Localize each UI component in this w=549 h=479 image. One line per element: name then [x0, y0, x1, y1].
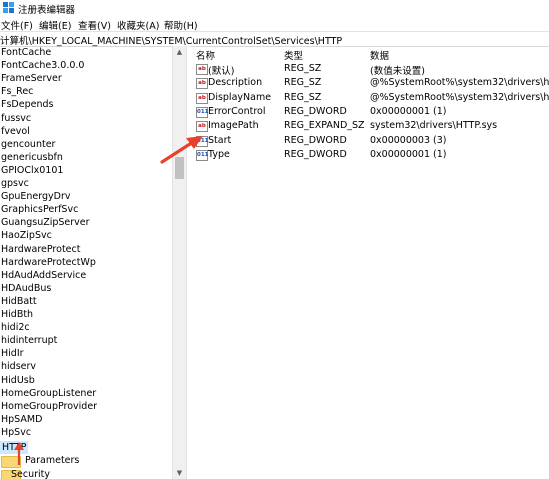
- tree-item[interactable]: genericusbfn: [1, 151, 63, 164]
- tree-item[interactable]: hidserv: [1, 360, 36, 373]
- value-row[interactable]: 011 ErrorControl REG_DWORD 0x00000001 (1): [192, 105, 549, 119]
- tree-item[interactable]: HpSAMD: [1, 413, 42, 426]
- tree-item[interactable]: HidBth: [1, 308, 33, 321]
- menu-favorites[interactable]: 收藏夹(A): [117, 18, 159, 32]
- address-bar[interactable]: 计算机\HKEY_LOCAL_MACHINE\SYSTEM\CurrentCon…: [0, 31, 549, 47]
- window-title: 注册表编辑器: [18, 5, 76, 16]
- value-data: 0x00000001 (1): [370, 105, 447, 117]
- tree-item[interactable]: fussvc: [1, 112, 31, 125]
- tree-item[interactable]: Fs_Rec: [1, 85, 33, 98]
- string-value-icon: ab: [196, 78, 208, 90]
- menu-help[interactable]: 帮助(H): [164, 18, 198, 32]
- value-name: Start: [208, 134, 232, 146]
- tree-item[interactable]: HardwareProtect: [1, 243, 80, 256]
- menu-file[interactable]: 文件(F): [1, 18, 33, 32]
- tree-item[interactable]: HidUsb: [1, 374, 35, 387]
- value-data: 0x00000001 (1): [370, 148, 447, 160]
- value-row[interactable]: 011 Type REG_DWORD 0x00000001 (1): [192, 148, 549, 162]
- tree-item[interactable]: GraphicsPerfSvc: [1, 203, 78, 216]
- tree-item[interactable]: FontCache: [1, 46, 51, 59]
- annotation-arrow-icon: [14, 442, 24, 465]
- tree-item[interactable]: hidinterrupt: [1, 334, 57, 347]
- value-data: system32\drivers\HTTP.sys: [370, 120, 498, 132]
- tree-item-child[interactable]: Parameters: [25, 454, 79, 467]
- tree-item[interactable]: HdAudAddService: [1, 269, 86, 282]
- value-row[interactable]: ab Description REG_SZ @%SystemRoot%\system3…: [192, 76, 549, 90]
- tree-item[interactable]: fvevol: [1, 125, 30, 138]
- address-path[interactable]: 计算机\HKEY_LOCAL_MACHINE\SYSTEM\CurrentCon…: [0, 33, 342, 47]
- value-name: (默认): [208, 66, 235, 77]
- value-name: Description: [208, 77, 263, 89]
- menu-edit[interactable]: 编辑(E): [39, 18, 71, 32]
- value-data: 0x00000003 (3): [370, 134, 447, 146]
- tree-item[interactable]: HomeGroupProvider: [1, 400, 97, 413]
- column-header-type[interactable]: 类型: [284, 48, 303, 62]
- tree-item[interactable]: HpSvc: [1, 426, 31, 439]
- values-list: 名称 类型 数据 ab (默认) REG_SZ (数值未设置) ab Descriptio…: [192, 46, 549, 479]
- menu-bar: 文件(F) 编辑(E) 查看(V) 收藏夹(A) 帮助(H): [0, 17, 549, 32]
- column-header-name[interactable]: 名称: [196, 48, 215, 62]
- pane-splitter[interactable]: [186, 46, 191, 479]
- tree-item-child[interactable]: Security: [11, 468, 50, 479]
- value-data: @%SystemRoot%\system32\drivers\http.s: [370, 77, 549, 89]
- dword-value-icon: 011: [196, 106, 208, 118]
- key-tree: FontCache FontCache3.0.0.0 FrameServer Fs_R…: [0, 46, 172, 479]
- value-type: REG_SZ: [284, 77, 322, 89]
- value-type: REG_DWORD: [284, 105, 347, 117]
- value-name: Type: [208, 148, 230, 160]
- tree-scrollbar[interactable]: ▲ ▼: [172, 46, 186, 479]
- tree-item[interactable]: HaoZipSvc: [1, 229, 52, 242]
- annotation-arrow-icon: [160, 136, 203, 164]
- tree-item[interactable]: gencounter: [1, 138, 55, 151]
- tree-item[interactable]: HomeGroupListener: [1, 387, 96, 400]
- value-type: REG_SZ: [284, 91, 322, 103]
- value-row[interactable]: ab (默认) REG_SZ (数值未设置): [192, 62, 549, 77]
- tree-item[interactable]: gpsvc: [1, 177, 29, 190]
- string-value-icon: ab: [196, 64, 208, 75]
- scroll-up-icon[interactable]: ▲: [173, 46, 186, 58]
- tree-item[interactable]: FrameServer: [1, 72, 62, 85]
- tree-item[interactable]: FontCache3.0.0.0: [1, 59, 84, 72]
- value-name: DisplayName: [208, 91, 272, 103]
- value-data: @%SystemRoot%\system32\drivers\http.s: [370, 91, 549, 103]
- tree-item[interactable]: HDAudBus: [1, 282, 51, 295]
- value-data: (数值未设置): [370, 66, 425, 77]
- value-name: ErrorControl: [208, 105, 266, 117]
- tree-item[interactable]: GPIOClx0101: [1, 164, 63, 177]
- tree-item[interactable]: FsDepends: [1, 98, 53, 111]
- tree-item[interactable]: HidBatt: [1, 295, 37, 308]
- menu-view[interactable]: 查看(V): [78, 18, 111, 32]
- tree-item[interactable]: GpuEnergyDrv: [1, 190, 71, 203]
- string-value-icon: ab: [196, 92, 208, 104]
- tree-item[interactable]: HidIr: [1, 347, 24, 360]
- column-header-data[interactable]: 数据: [370, 48, 389, 62]
- value-type: REG_SZ: [284, 63, 322, 74]
- string-value-icon: ab: [196, 121, 208, 133]
- value-row[interactable]: ab DisplayName REG_SZ @%SystemRoot%\system3…: [192, 91, 549, 105]
- value-type: REG_DWORD: [284, 148, 347, 160]
- title-bar: 注册表编辑器: [0, 0, 549, 17]
- registry-editor-icon: [3, 2, 14, 13]
- value-type: REG_DWORD: [284, 134, 347, 146]
- tree-item[interactable]: hidi2c: [1, 321, 30, 334]
- value-row[interactable]: ab ImagePath REG_EXPAND_SZ system32\drivers…: [192, 119, 549, 133]
- value-type: REG_EXPAND_SZ: [284, 120, 365, 132]
- scroll-down-icon[interactable]: ▼: [173, 467, 186, 479]
- tree-item[interactable]: GuangsuZipServer: [1, 216, 90, 229]
- tree-item[interactable]: HardwareProtectWp: [1, 256, 96, 269]
- value-row[interactable]: 011 Start REG_DWORD 0x00000003 (3): [192, 134, 549, 148]
- value-name: ImagePath: [208, 120, 259, 132]
